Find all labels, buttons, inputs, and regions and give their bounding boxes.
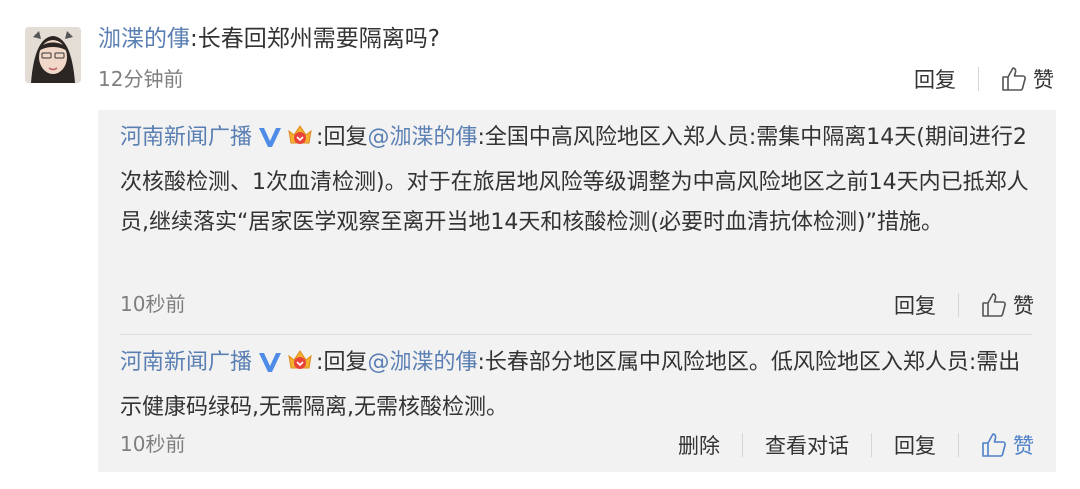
- avatar[interactable]: [25, 27, 81, 83]
- reply-item-2: 河南新闻广播:回复@泇渫的倳:长春部分地区属中风险地区。低风险地区入郑人员:需出…: [120, 343, 1040, 428]
- thumbs-up-icon: [981, 432, 1007, 458]
- verified-v-icon: [258, 122, 282, 162]
- comment-text: 长春回郑州需要隔离吗?: [197, 26, 440, 52]
- reply-actions: 回复 赞: [894, 290, 1034, 320]
- reply-timestamp: 10秒前: [120, 432, 186, 456]
- reply-text: :全国中高风险地区入郑人员:需集中隔离14天(期间进行2次核酸检测、1次血清检测…: [120, 125, 1029, 235]
- like-label: 赞: [1013, 434, 1034, 458]
- reply-prefix: 回复: [323, 125, 368, 150]
- delete-button[interactable]: 删除: [678, 430, 720, 460]
- replies-panel: 河南新闻广播:回复@泇渫的倳:全国中高风险地区入郑人员:需集中隔离14天(期间进…: [98, 110, 1056, 472]
- thumbs-up-icon: [1001, 66, 1027, 92]
- crown-badge-icon: [286, 346, 314, 388]
- comment-author-link[interactable]: 泇渫的倳: [98, 26, 190, 52]
- reply-button[interactable]: 回复: [894, 430, 936, 460]
- mention-link[interactable]: @泇渫的倳: [367, 125, 477, 150]
- mention-link[interactable]: @泇渫的倳: [367, 350, 477, 375]
- like-button[interactable]: 赞: [981, 290, 1034, 320]
- view-conversation-button[interactable]: 查看对话: [765, 430, 849, 460]
- reply-button[interactable]: 回复: [914, 64, 956, 94]
- reply-author-link[interactable]: 河南新闻广播: [120, 125, 252, 150]
- comment-separator: :: [190, 26, 198, 52]
- crown-badge-icon: [286, 121, 314, 163]
- like-button[interactable]: 赞: [981, 430, 1034, 460]
- reply-timestamp: 10秒前: [120, 292, 186, 316]
- reply-button[interactable]: 回复: [894, 290, 936, 320]
- reply-divider: [120, 334, 1032, 335]
- comment-line: 泇渫的倳:长春回郑州需要隔离吗?: [98, 22, 440, 56]
- reply-item-1: 河南新闻广播:回复@泇渫的倳:全国中高风险地区入郑人员:需集中隔离14天(期间进…: [120, 118, 1040, 243]
- reply-actions: 删除 查看对话 回复 赞: [678, 430, 1034, 460]
- comment-actions: 回复 赞: [914, 64, 1054, 94]
- reply-text: :长春部分地区属中风险地区。低风险地区入郑人员:需出示健康码绿码,无需隔离,无需…: [120, 350, 1021, 420]
- like-label: 赞: [1013, 294, 1034, 318]
- action-divider: [871, 433, 872, 457]
- comment-timestamp: 12分钟前: [98, 67, 184, 91]
- action-divider: [958, 433, 959, 457]
- action-divider: [742, 433, 743, 457]
- reply-author-link[interactable]: 河南新闻广播: [120, 350, 252, 375]
- action-divider: [978, 67, 979, 91]
- like-label: 赞: [1033, 68, 1054, 92]
- thumbs-up-icon: [981, 292, 1007, 318]
- reply-prefix: 回复: [323, 350, 368, 375]
- like-button[interactable]: 赞: [1001, 64, 1054, 94]
- action-divider: [958, 293, 959, 317]
- verified-v-icon: [258, 347, 282, 387]
